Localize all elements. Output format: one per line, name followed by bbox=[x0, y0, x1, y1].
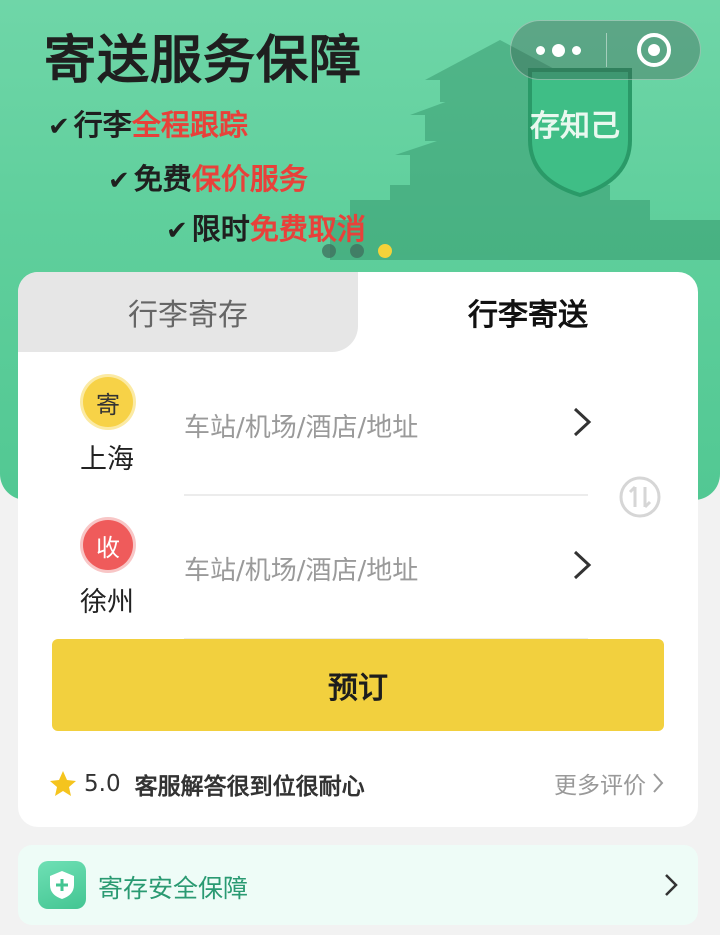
check-icon: ✔ bbox=[108, 166, 130, 196]
divider bbox=[184, 494, 588, 496]
booking-card: 行李寄存 行李寄送 寄 上海 车站/机场/酒店/地址 收 徐州 车站/机场/酒店… bbox=[18, 272, 698, 827]
receiver-city[interactable]: 徐州 bbox=[80, 580, 134, 619]
banner-title: 寄送服务保障 bbox=[44, 31, 363, 91]
safety-label: 寄存安全保障 bbox=[98, 874, 249, 903]
chevron-right-icon bbox=[573, 550, 592, 580]
chevron-right-icon bbox=[573, 407, 592, 437]
carousel-dot-active[interactable] bbox=[378, 244, 392, 258]
close-target-icon[interactable] bbox=[607, 33, 700, 67]
more-reviews-link[interactable]: 更多评价 bbox=[554, 766, 664, 800]
banner-feature-cancel: ✔ 限时免费取消 bbox=[166, 212, 366, 246]
service-tabs: 行李寄存 行李寄送 bbox=[18, 272, 698, 352]
review-score: 5.0 bbox=[84, 771, 121, 797]
sender-city[interactable]: 上海 bbox=[80, 437, 134, 476]
send-badge: 寄 bbox=[83, 377, 133, 427]
carousel-dot[interactable] bbox=[350, 244, 364, 258]
shield-logo-text: 存知己 bbox=[530, 109, 620, 144]
banner-feature-insurance: ✔ 免费保价服务 bbox=[108, 162, 308, 196]
sender-address-row[interactable]: 寄 上海 车站/机场/酒店/地址 bbox=[18, 367, 698, 497]
tab-luggage-delivery[interactable]: 行李寄送 bbox=[358, 272, 698, 352]
shield-plus-icon bbox=[38, 861, 86, 909]
check-icon: ✔ bbox=[166, 216, 188, 246]
mini-program-capsule bbox=[510, 20, 701, 80]
carousel-indicator bbox=[322, 244, 392, 258]
review-text: 客服解答很到位很耐心 bbox=[134, 774, 365, 800]
more-reviews-label: 更多评价 bbox=[554, 773, 646, 799]
sender-address-input[interactable]: 车站/机场/酒店/地址 bbox=[184, 407, 418, 444]
review-summary: 5.0 客服解答很到位很耐心 bbox=[48, 767, 365, 801]
receiver-address-row[interactable]: 收 徐州 车站/机场/酒店/地址 bbox=[18, 510, 698, 640]
check-icon: ✔ bbox=[48, 112, 70, 142]
chevron-right-icon bbox=[665, 874, 678, 896]
carousel-dot[interactable] bbox=[322, 244, 336, 258]
receiver-address-input[interactable]: 车站/机场/酒店/地址 bbox=[184, 550, 418, 587]
receive-badge: 收 bbox=[83, 520, 133, 570]
storage-safety-banner[interactable]: 寄存安全保障 bbox=[18, 845, 698, 925]
chevron-right-icon bbox=[653, 773, 664, 793]
more-dots-icon[interactable] bbox=[511, 21, 606, 79]
tab-luggage-storage[interactable]: 行李寄存 bbox=[18, 272, 358, 352]
book-button[interactable]: 预订 bbox=[52, 639, 664, 731]
banner-feature-tracking: ✔ 行李全程跟踪 bbox=[48, 108, 248, 142]
star-icon bbox=[50, 771, 76, 796]
swap-icon[interactable] bbox=[618, 475, 662, 519]
